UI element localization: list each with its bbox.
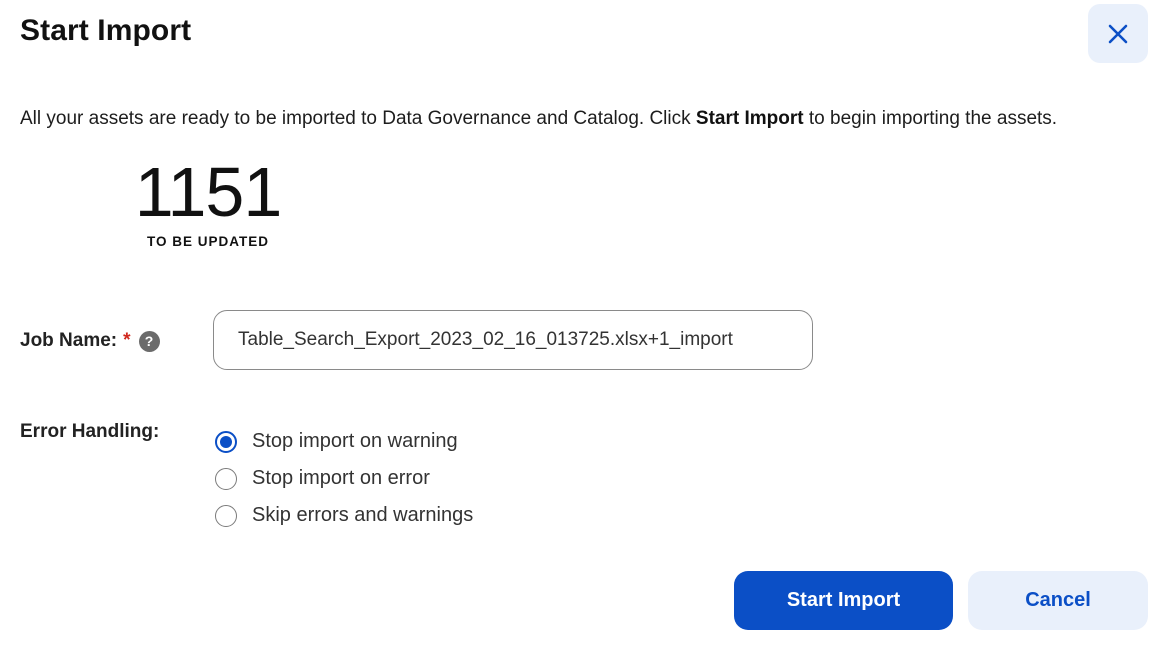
error-handling-radio-group: Stop import on warning Stop import on er…: [215, 423, 473, 534]
radio-button-stop-on-warning[interactable]: [215, 430, 237, 453]
radio-label-stop-on-warning: Stop import on warning: [252, 430, 458, 452]
job-name-label-text: Job Name:: [20, 330, 118, 351]
start-import-dialog: Start Import All your assets are ready t…: [0, 0, 1152, 646]
radio-option-skip-errors-warnings[interactable]: Skip errors and warnings: [215, 497, 473, 534]
intro-text-before: All your assets are ready to be imported…: [20, 108, 696, 129]
cancel-button[interactable]: Cancel: [968, 571, 1148, 630]
update-count-value: 1151: [134, 153, 283, 231]
update-count-label: TO BE UPDATED: [146, 234, 269, 249]
error-handling-label: Error Handling:: [20, 421, 160, 442]
intro-text: All your assets are ready to be imported…: [20, 108, 1057, 130]
close-button[interactable]: [1088, 4, 1148, 63]
radio-option-stop-on-warning[interactable]: Stop import on warning: [215, 423, 473, 460]
radio-label-stop-on-error: Stop import on error: [252, 467, 430, 489]
radio-label-skip-errors-warnings: Skip errors and warnings: [252, 504, 474, 526]
help-icon[interactable]: ?: [138, 330, 160, 352]
job-name-input[interactable]: [213, 310, 813, 370]
radio-button-stop-on-error[interactable]: [215, 467, 237, 490]
radio-option-stop-on-error[interactable]: Stop import on error: [215, 460, 473, 497]
close-icon: [1108, 24, 1128, 43]
dialog-title: Start Import: [20, 14, 192, 47]
intro-text-bold: Start Import: [695, 108, 804, 129]
job-name-label: Job Name: * ?: [20, 330, 160, 352]
required-marker: *: [123, 330, 131, 351]
intro-text-after: to begin importing the assets.: [803, 108, 1058, 129]
start-import-button[interactable]: Start Import: [734, 571, 953, 630]
radio-button-skip-errors-warnings[interactable]: [215, 504, 237, 527]
update-count-stat: 1151 TO BE UPDATED: [108, 152, 308, 249]
